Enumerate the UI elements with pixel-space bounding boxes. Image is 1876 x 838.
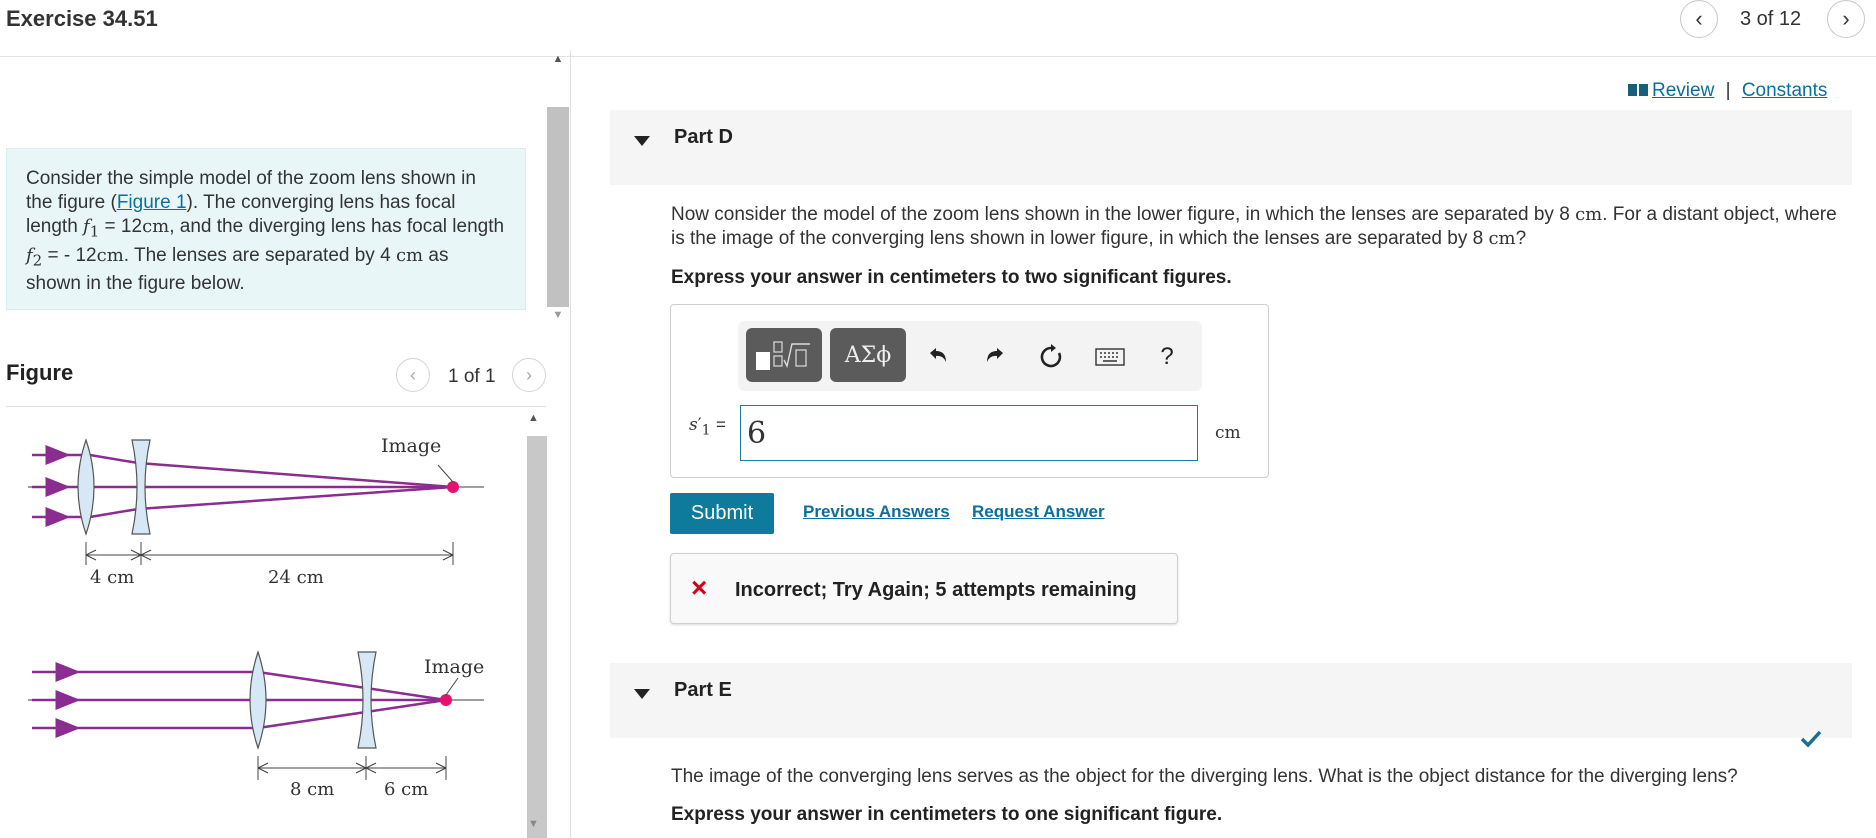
image-label: Image bbox=[424, 656, 484, 678]
part-d-instruction: Express your answer in centimeters to tw… bbox=[671, 267, 1232, 288]
intro-text: , and the diverging lens has focal lengt… bbox=[169, 216, 505, 237]
previous-answers-link[interactable]: Previous Answers bbox=[803, 502, 950, 522]
part-d-title: Part D bbox=[674, 126, 733, 148]
review-link[interactable]: Review bbox=[1652, 80, 1714, 101]
part-e-question: The image of the converging lens serves … bbox=[671, 766, 1738, 787]
problem-intro: Consider the simple model of the zoom le… bbox=[6, 148, 526, 310]
f2-symbol: f2 bbox=[26, 244, 43, 270]
incorrect-x-icon: × bbox=[691, 572, 708, 603]
collapse-triangle-icon[interactable] bbox=[634, 136, 650, 146]
feedback-message: Incorrect; Try Again; 5 attempts remaini… bbox=[735, 579, 1137, 601]
scroll-up-arrow[interactable]: ▲ bbox=[548, 53, 568, 67]
figure-heading: Figure bbox=[6, 360, 74, 385]
constants-link[interactable]: Constants bbox=[1742, 80, 1828, 101]
figure-scrollbar[interactable] bbox=[527, 436, 547, 838]
book-icon bbox=[1628, 84, 1648, 96]
resource-links: Review | Constants bbox=[1628, 80, 1827, 102]
figure-counter: 1 of 1 bbox=[448, 366, 496, 387]
chevron-right-icon: › bbox=[526, 364, 532, 385]
unit: cm bbox=[142, 216, 170, 237]
image-point bbox=[447, 481, 459, 493]
figure-scroll-up-arrow[interactable]: ▲ bbox=[528, 412, 539, 424]
chevron-left-icon: ‹ bbox=[410, 364, 416, 385]
part-e-instruction: Express your answer in centimeters to on… bbox=[671, 804, 1223, 825]
scroll-down-arrow[interactable]: ▼ bbox=[548, 309, 568, 323]
feedback-box: × Incorrect; Try Again; 5 attempts remai… bbox=[670, 553, 1178, 624]
reset-icon bbox=[1040, 344, 1062, 368]
undo-icon bbox=[930, 348, 946, 362]
dimension-label: 4 cm bbox=[90, 567, 134, 588]
part-e-header[interactable]: Part E bbox=[610, 663, 1852, 748]
reset-button[interactable] bbox=[1037, 343, 1065, 371]
exercise-title: Exercise 34.51 bbox=[6, 6, 158, 31]
answer-input[interactable]: 6 bbox=[740, 405, 1198, 461]
previous-exercise-button[interactable]: ‹ bbox=[1680, 0, 1718, 38]
figure-link[interactable]: Figure 1 bbox=[117, 192, 187, 213]
intro-text: = 12 bbox=[99, 216, 143, 237]
image-label: Image bbox=[381, 435, 441, 457]
answer-box: ΑΣϕ ? s′1 = 6 cm bbox=[670, 304, 1269, 478]
greek-symbols-button[interactable]: ΑΣϕ bbox=[830, 328, 906, 382]
templates-button[interactable] bbox=[746, 328, 822, 382]
unit: cm bbox=[1575, 204, 1603, 225]
left-panel-scrollbar[interactable] bbox=[547, 107, 569, 307]
keyboard-button[interactable] bbox=[1094, 343, 1126, 371]
figure-scroll-down-arrow[interactable]: ▼ bbox=[528, 818, 539, 830]
question-text: Now consider the model of the zoom lens … bbox=[671, 204, 1576, 225]
redo-button[interactable] bbox=[981, 343, 1009, 371]
intro-text: = - 12 bbox=[42, 244, 97, 266]
part-d-header[interactable]: Part D bbox=[610, 110, 1852, 185]
unit: cm bbox=[96, 244, 124, 266]
unit: cm bbox=[1488, 228, 1516, 249]
figure-previous-button[interactable]: ‹ bbox=[396, 358, 430, 392]
dimension-label: 6 cm bbox=[384, 779, 428, 800]
request-answer-link[interactable]: Request Answer bbox=[972, 502, 1105, 522]
link-separator: | bbox=[1725, 80, 1731, 101]
intro-text: . The lenses are separated by 4 bbox=[123, 244, 396, 266]
exercise-counter: 3 of 12 bbox=[1740, 8, 1802, 30]
collapse-triangle-icon[interactable] bbox=[634, 689, 650, 699]
figure-next-button[interactable]: › bbox=[512, 358, 546, 392]
template-icon bbox=[756, 341, 810, 370]
math-toolbar: ΑΣϕ ? bbox=[738, 321, 1202, 391]
checkmark-icon bbox=[1800, 727, 1822, 755]
variable-label: s′1 = bbox=[689, 415, 726, 439]
panel-divider bbox=[570, 50, 571, 838]
dimension-label: 8 cm bbox=[290, 779, 334, 800]
dimension-label: 24 cm bbox=[268, 567, 324, 588]
zoom-lens-figure: Image 4 cm 24 cm Image 8 cm 6 cm bbox=[28, 435, 484, 800]
keyboard-icon bbox=[1095, 348, 1125, 366]
image-point bbox=[440, 694, 452, 706]
undo-button[interactable] bbox=[924, 343, 952, 371]
redo-icon bbox=[987, 348, 1003, 362]
figure-divider bbox=[6, 406, 546, 407]
top-bar: Exercise 34.51 ‹ 3 of 12 › bbox=[0, 0, 1876, 57]
submit-button[interactable]: Submit bbox=[670, 493, 774, 534]
answer-unit: cm bbox=[1215, 423, 1241, 443]
next-exercise-button[interactable]: › bbox=[1827, 0, 1865, 38]
converging-lens bbox=[249, 650, 267, 750]
f1-symbol: f1 bbox=[83, 216, 100, 241]
chevron-left-icon: ‹ bbox=[1695, 6, 1703, 31]
part-e-title: Part E bbox=[674, 679, 732, 701]
help-button[interactable]: ? bbox=[1153, 343, 1181, 371]
bottom-lens-diagram: Image 8 cm 6 cm bbox=[28, 650, 484, 800]
unit: cm bbox=[395, 244, 424, 266]
question-text: ? bbox=[1515, 228, 1527, 249]
top-lens-diagram: Image 4 cm 24 cm bbox=[28, 435, 484, 588]
part-d-question: Now consider the model of the zoom lens … bbox=[671, 203, 1851, 251]
chevron-right-icon: › bbox=[1842, 6, 1850, 31]
